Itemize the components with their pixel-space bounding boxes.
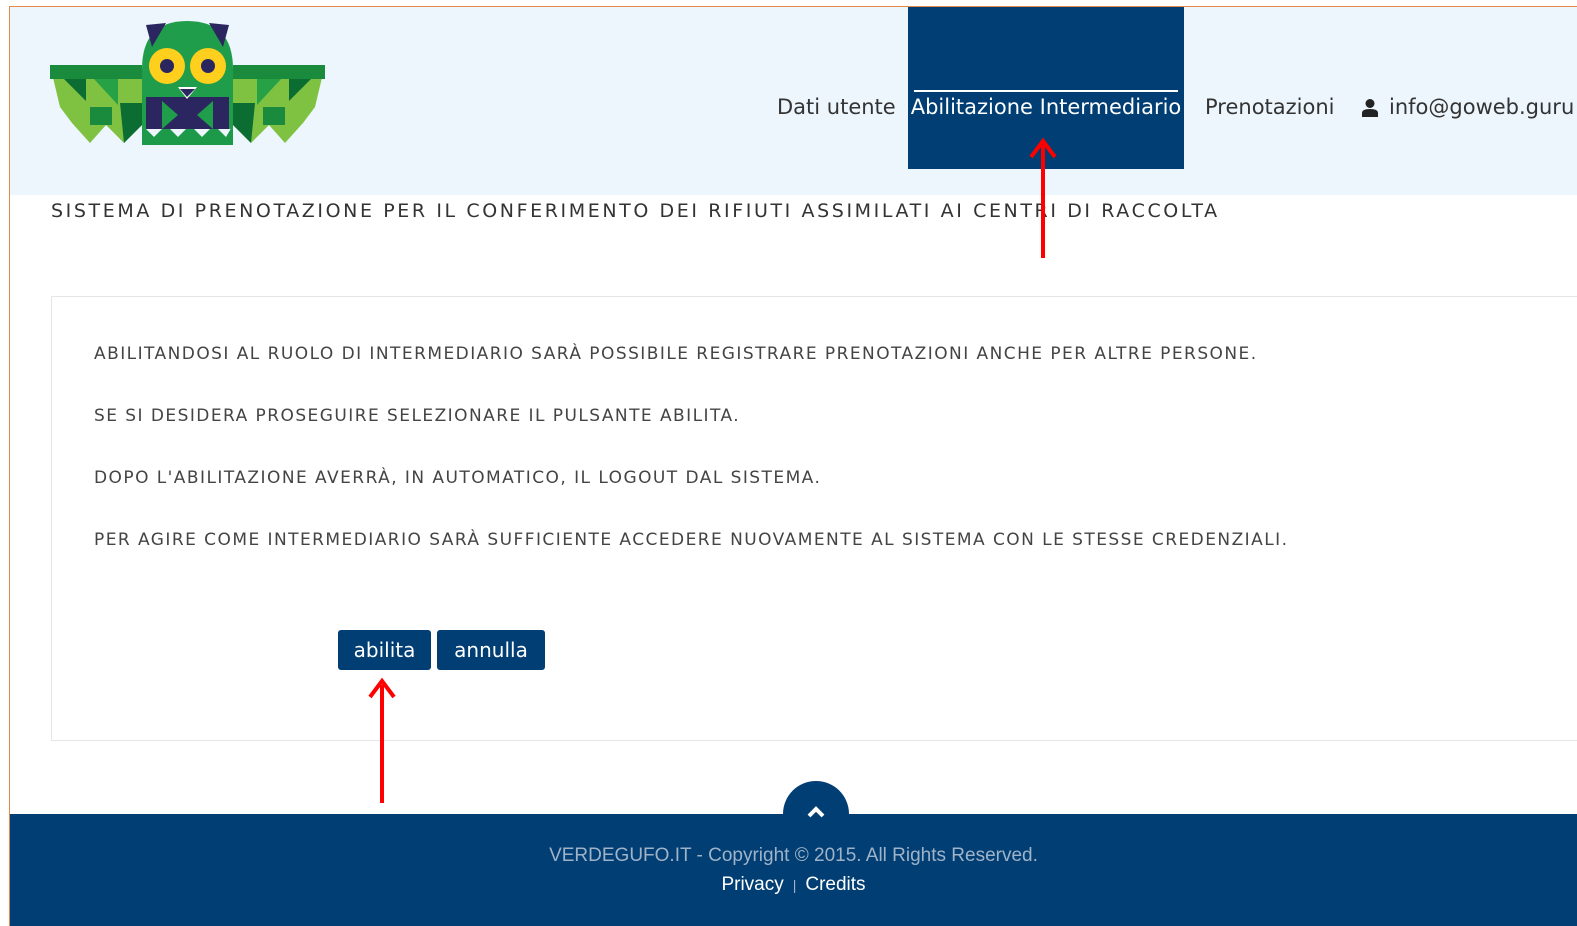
annotation-arrow xyxy=(368,677,396,803)
info-panel: ABILITANDOSI AL RUOLO DI INTERMEDIARIO S… xyxy=(51,296,1577,741)
footer-copyright: VERDEGUFO.IT - Copyright © 2015. All Rig… xyxy=(549,845,1038,866)
nav-prenotazioni[interactable]: Prenotazioni xyxy=(1205,95,1335,119)
nav-user-email[interactable]: info@goweb.guru xyxy=(1389,95,1574,119)
info-line-4: PER AGIRE COME INTERMEDIARIO SARÀ SUFFIC… xyxy=(94,530,1289,550)
info-line-3: DOPO L'ABILITAZIONE AVERRÀ, IN AUTOMATIC… xyxy=(94,468,822,488)
privacy-link[interactable]: Privacy xyxy=(721,874,783,895)
nav-dati-utente[interactable]: Dati utente xyxy=(777,95,896,119)
enable-button[interactable]: abilita xyxy=(338,630,431,670)
cancel-button[interactable]: annulla xyxy=(437,630,545,670)
scroll-to-top-button[interactable] xyxy=(783,781,849,847)
owl-logo[interactable] xyxy=(50,19,325,149)
nav-label-active: Abilitazione Intermediario xyxy=(910,95,1182,119)
active-indicator xyxy=(914,90,1178,92)
annotation-arrow xyxy=(1029,137,1057,258)
info-line-2: SE SI DESIDERA PROSEGUIRE SELEZIONARE IL… xyxy=(94,406,741,426)
footer-separator: | xyxy=(792,877,797,893)
site-header: Dati utente Abilitazione Intermediario P… xyxy=(10,7,1577,195)
footer-links: Privacy | Credits xyxy=(10,874,1577,896)
browser-frame: Dati utente Abilitazione Intermediario P… xyxy=(9,6,1577,926)
credits-link[interactable]: Credits xyxy=(805,874,865,895)
chevron-up-icon xyxy=(807,806,825,818)
user-icon xyxy=(1362,99,1378,117)
info-line-1: ABILITANDOSI AL RUOLO DI INTERMEDIARIO S… xyxy=(94,344,1258,364)
